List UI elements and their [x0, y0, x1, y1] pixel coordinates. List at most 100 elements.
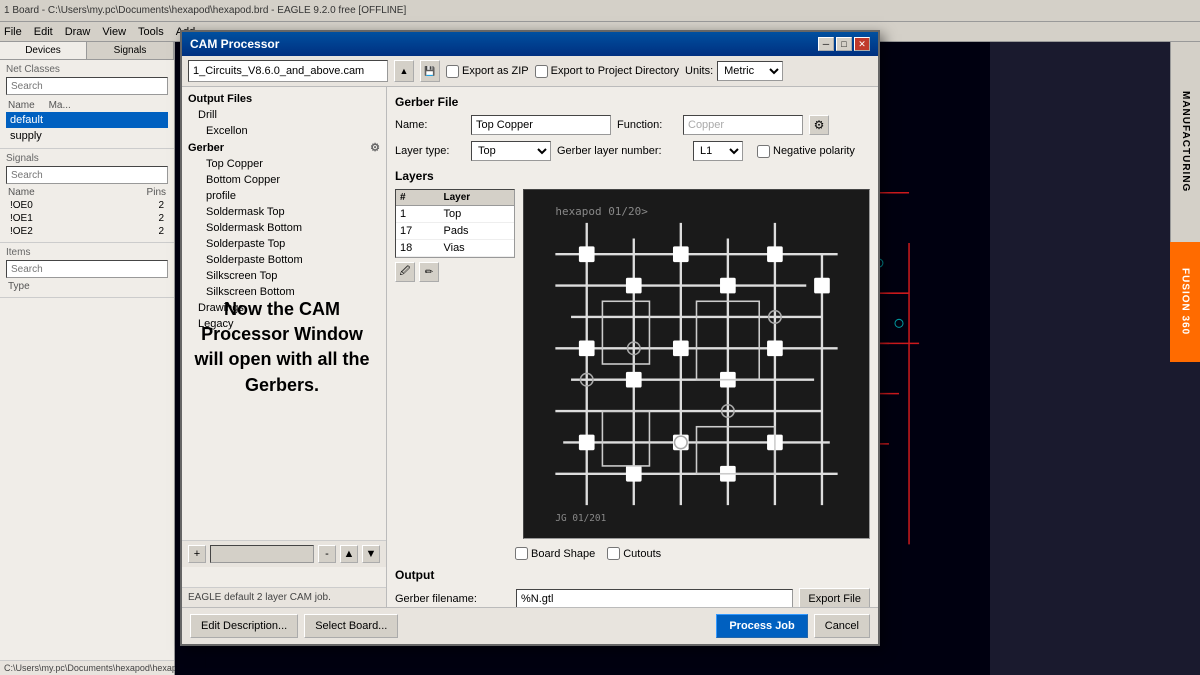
name-input[interactable]: [471, 115, 611, 135]
tree-legacy[interactable]: Legacy: [182, 316, 386, 332]
items-label: Items: [6, 247, 168, 258]
layer-type-select[interactable]: Top Bottom Inner: [471, 141, 551, 161]
tree-silkscreen-bottom[interactable]: Silkscreen Bottom: [182, 284, 386, 300]
cam-file-save-btn[interactable]: 💾: [420, 60, 440, 82]
output-files-label: Output Files: [188, 93, 252, 105]
manufacturing-panel[interactable]: MANUFACTURING: [1170, 42, 1200, 242]
tree-soldermask-bottom[interactable]: Soldermask Bottom: [182, 220, 386, 236]
menu-tools[interactable]: Tools: [138, 26, 164, 38]
tree-silkscreen-top[interactable]: Silkscreen Top: [182, 268, 386, 284]
tab-devices[interactable]: Devices: [0, 42, 87, 59]
units-select[interactable]: Metric Imperial: [717, 61, 783, 81]
signals-search[interactable]: [6, 166, 168, 184]
function-gear-button[interactable]: ⚙: [809, 115, 829, 135]
cutouts-label: Cutouts: [623, 548, 661, 560]
menu-file[interactable]: File: [4, 26, 22, 38]
export-project-label: Export to Project Directory: [551, 65, 679, 77]
layers-title: Layers: [395, 169, 870, 183]
negative-polarity-checkbox[interactable]: [757, 145, 770, 158]
gerber-section: Gerber ⚙: [182, 139, 386, 156]
layers-table-wrapper: # Layer 1 Top 17: [395, 189, 515, 539]
export-zip-group: Export as ZIP: [446, 65, 529, 78]
items-search[interactable]: [6, 260, 168, 278]
cam-dialog-title: CAM Processor: [190, 37, 279, 51]
item-spacer: [210, 545, 314, 563]
cam-top-bar: ▲ 💾 Export as ZIP Export to Project Dire…: [182, 56, 878, 87]
tree-controls: + - ▲ ▼: [182, 540, 386, 567]
signal-oe1[interactable]: !OE12: [6, 212, 168, 225]
eagle-file-path: C:\Users\my.pc\Documents\hexapod\hexapod…: [4, 663, 202, 673]
net-classes-search[interactable]: [6, 77, 168, 95]
eagle-titlebar: 1 Board - C:\Users\my.pc\Documents\hexap…: [0, 0, 1200, 22]
close-button[interactable]: ✕: [854, 37, 870, 51]
function-input[interactable]: [683, 115, 803, 135]
gerber-label: Gerber: [188, 142, 224, 154]
move-down-button[interactable]: ▼: [362, 545, 380, 563]
export-project-checkbox[interactable]: [535, 65, 548, 78]
svg-text:hexapod 01/20>: hexapod 01/20>: [555, 205, 648, 218]
tree-drill[interactable]: Drill: [182, 107, 386, 123]
cam-file-input[interactable]: [188, 60, 388, 82]
tab-signals[interactable]: Signals: [87, 42, 174, 59]
cancel-button[interactable]: Cancel: [814, 614, 870, 638]
tree-excellon[interactable]: Excellon: [182, 123, 386, 139]
tree-soldermask-top[interactable]: Soldermask Top: [182, 204, 386, 220]
layer-row-top[interactable]: 1 Top: [396, 206, 514, 223]
export-file-button[interactable]: Export File: [799, 588, 870, 607]
tree-profile[interactable]: profile: [182, 188, 386, 204]
edit-description-button[interactable]: Edit Description...: [190, 614, 298, 638]
signals-section: Signals NamePins !OE02 !OE12 !OE22: [0, 149, 174, 243]
cutouts-group: Cutouts: [607, 547, 661, 560]
signal-oe2[interactable]: !OE22: [6, 225, 168, 238]
net-classes-list: Name Ma... default supply: [6, 99, 168, 144]
fusion-label: FUSION 360: [1180, 268, 1191, 335]
items-type-label: Type: [6, 280, 168, 293]
menu-edit[interactable]: Edit: [34, 26, 53, 38]
tree-solderpaste-top[interactable]: Solderpaste Top: [182, 236, 386, 252]
signal-oe0[interactable]: !OE02: [6, 199, 168, 212]
cam-file-up-btn[interactable]: ▲: [394, 60, 414, 82]
gerber-filename-input[interactable]: [516, 589, 793, 607]
net-class-default[interactable]: default: [6, 112, 168, 128]
remove-item-button[interactable]: -: [318, 545, 336, 563]
layers-pencil-btn[interactable]: ✏: [419, 262, 439, 282]
cam-description-bar: EAGLE default 2 layer CAM job.: [182, 587, 386, 607]
tree-top-copper[interactable]: Top Copper: [182, 156, 386, 172]
cam-output-files-panel: Output Files Drill Excellon Gerber ⚙ Top…: [182, 87, 387, 607]
net-class-supply[interactable]: supply: [6, 128, 168, 144]
board-shape-checkbox[interactable]: [515, 547, 528, 560]
signals-col-header: NamePins: [6, 186, 168, 199]
export-zip-checkbox[interactable]: [446, 65, 459, 78]
gerber-layer-select[interactable]: L1 L2: [693, 141, 743, 161]
layers-add-btn[interactable]: 🖉: [395, 262, 415, 282]
move-up-button[interactable]: ▲: [340, 545, 358, 563]
fusion-panel[interactable]: FUSION 360: [1170, 242, 1200, 362]
col-layer: Layer: [439, 190, 514, 206]
cam-description-text: EAGLE default 2 layer CAM job.: [188, 592, 331, 603]
maximize-button[interactable]: □: [836, 37, 852, 51]
minimize-button[interactable]: ─: [818, 37, 834, 51]
tree-drawings[interactable]: Drawings: [182, 300, 386, 316]
menu-view[interactable]: View: [102, 26, 126, 38]
select-board-button[interactable]: Select Board...: [304, 614, 398, 638]
gerber-preview: hexapod 01/20> JG 01/201: [523, 189, 870, 539]
layer-name-pads: Pads: [439, 223, 514, 240]
menu-draw[interactable]: Draw: [65, 26, 91, 38]
tree-solderpaste-bottom[interactable]: Solderpaste Bottom: [182, 252, 386, 268]
layer-row-vias[interactable]: 18 Vias: [396, 240, 514, 257]
signals-list: NamePins !OE02 !OE12 !OE22: [6, 186, 168, 238]
add-item-button[interactable]: +: [188, 545, 206, 563]
cutouts-checkbox[interactable]: [607, 547, 620, 560]
tree-bottom-copper[interactable]: Bottom Copper: [182, 172, 386, 188]
gerber-preview-svg: hexapod 01/20> JG 01/201: [524, 190, 869, 538]
gerber-filename-row: Gerber filename: Export File: [395, 588, 870, 607]
layer-row-pads[interactable]: 17 Pads: [396, 223, 514, 240]
board-options: Board Shape Cutouts: [515, 547, 870, 560]
left-panel-tabs: Devices Signals: [0, 42, 174, 60]
process-job-button[interactable]: Process Job: [716, 614, 807, 638]
gerber-gear-icon[interactable]: ⚙: [370, 141, 380, 154]
board-shape-label: Board Shape: [531, 548, 595, 560]
layer-num-17: 17: [396, 223, 439, 240]
manufacturing-label: MANUFACTURING: [1180, 91, 1191, 192]
eagle-path-bar: C:\Users\my.pc\Documents\hexapod\hexapod…: [0, 660, 174, 675]
